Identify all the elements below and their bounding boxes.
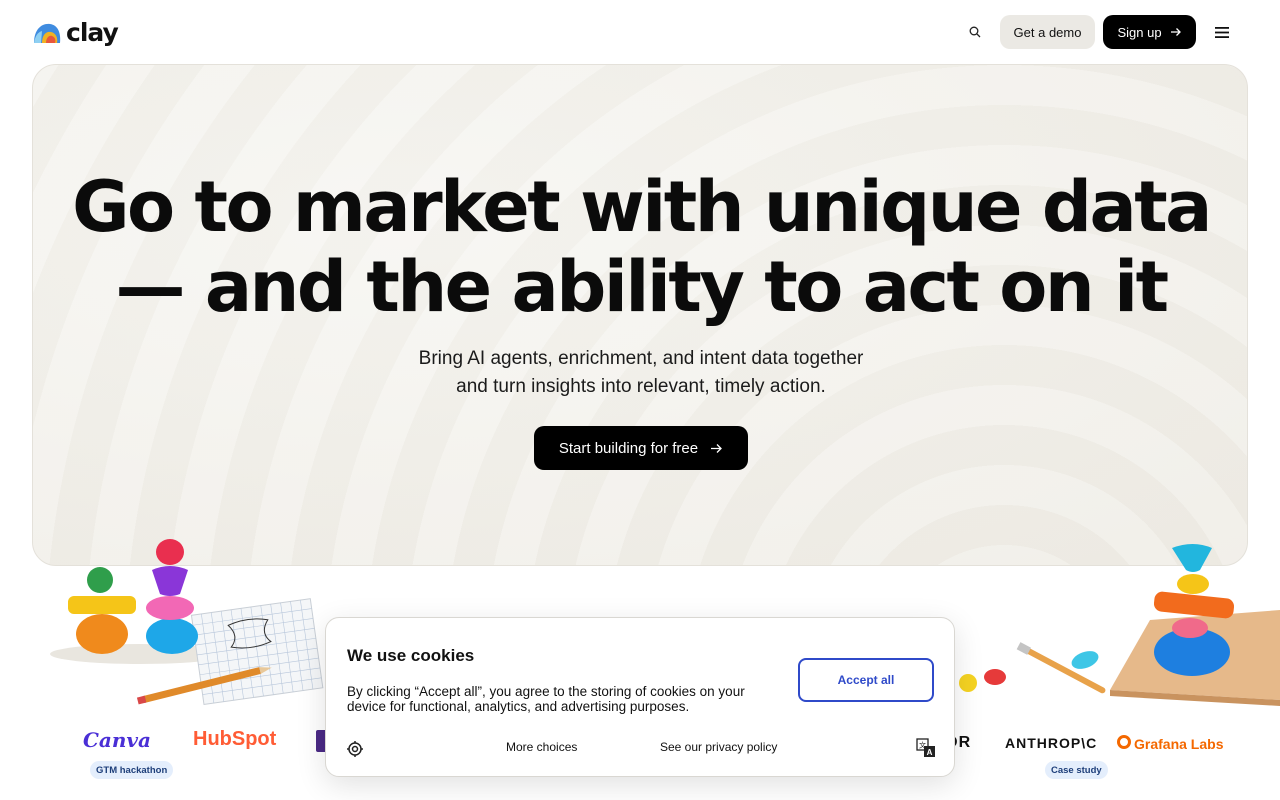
translate-icon[interactable]: A 文: [916, 738, 936, 758]
hero-title-line-1: Go to market with unique data: [72, 166, 1212, 248]
hero-subtitle-line-2: and turn insights into relevant, timely …: [456, 376, 826, 397]
search-button[interactable]: [963, 20, 987, 44]
hero-subtitle: Bring AI agents, enrichment, and intent …: [33, 345, 1247, 401]
start-building-button[interactable]: Start building for free: [534, 426, 748, 470]
cookie-title: We use cookies: [347, 646, 475, 665]
start-building-label: Start building for free: [558, 439, 699, 457]
canva-logo: Canva: [83, 728, 151, 752]
search-icon: [969, 26, 981, 38]
sign-up-label: Sign up: [1117, 24, 1162, 40]
cookie-settings-icon[interactable]: [346, 740, 364, 758]
site-header: clay Get a demo Sign up: [0, 0, 1280, 64]
grafana-logo: Grafana Labs: [1134, 736, 1224, 752]
arrow-right-icon: [711, 443, 723, 453]
svg-text:A: A: [927, 748, 933, 757]
grafana-icon: [1117, 735, 1131, 749]
cookie-description: By clicking “Accept all”, you agree to t…: [347, 684, 745, 714]
svg-text:文: 文: [919, 741, 926, 750]
sign-up-button[interactable]: Sign up: [1103, 15, 1196, 49]
case-study-tag[interactable]: Case study: [1045, 761, 1108, 779]
privacy-policy-link[interactable]: See our privacy policy: [660, 740, 777, 754]
hero-section: Go to market with unique data — and the …: [32, 64, 1248, 566]
accept-all-button[interactable]: Accept all: [798, 658, 934, 702]
hero-title-line-2: — and the ability to act on it: [115, 246, 1169, 328]
anthropic-logo: ANTHROP\C: [1005, 735, 1098, 751]
clay-logo[interactable]: clay: [32, 18, 119, 47]
arrow-right-icon: [1170, 28, 1181, 36]
cookie-consent-dialog: We use cookies By clicking “Accept all”,…: [325, 617, 955, 777]
hero-title: Go to market with unique data — and the …: [33, 166, 1247, 328]
get-demo-button[interactable]: Get a demo: [1000, 15, 1095, 49]
logo-wordmark: clay: [66, 18, 119, 47]
more-choices-link[interactable]: More choices: [506, 740, 577, 754]
clay-logo-mark-icon: [34, 23, 61, 43]
hamburger-menu-icon: [1215, 26, 1229, 38]
menu-button[interactable]: [1210, 20, 1234, 44]
hubspot-logo: HubSpot: [193, 728, 277, 750]
gtm-hackathon-tag[interactable]: GTM hackathon: [90, 761, 174, 779]
hero-subtitle-line-1: Bring AI agents, enrichment, and intent …: [418, 348, 864, 369]
